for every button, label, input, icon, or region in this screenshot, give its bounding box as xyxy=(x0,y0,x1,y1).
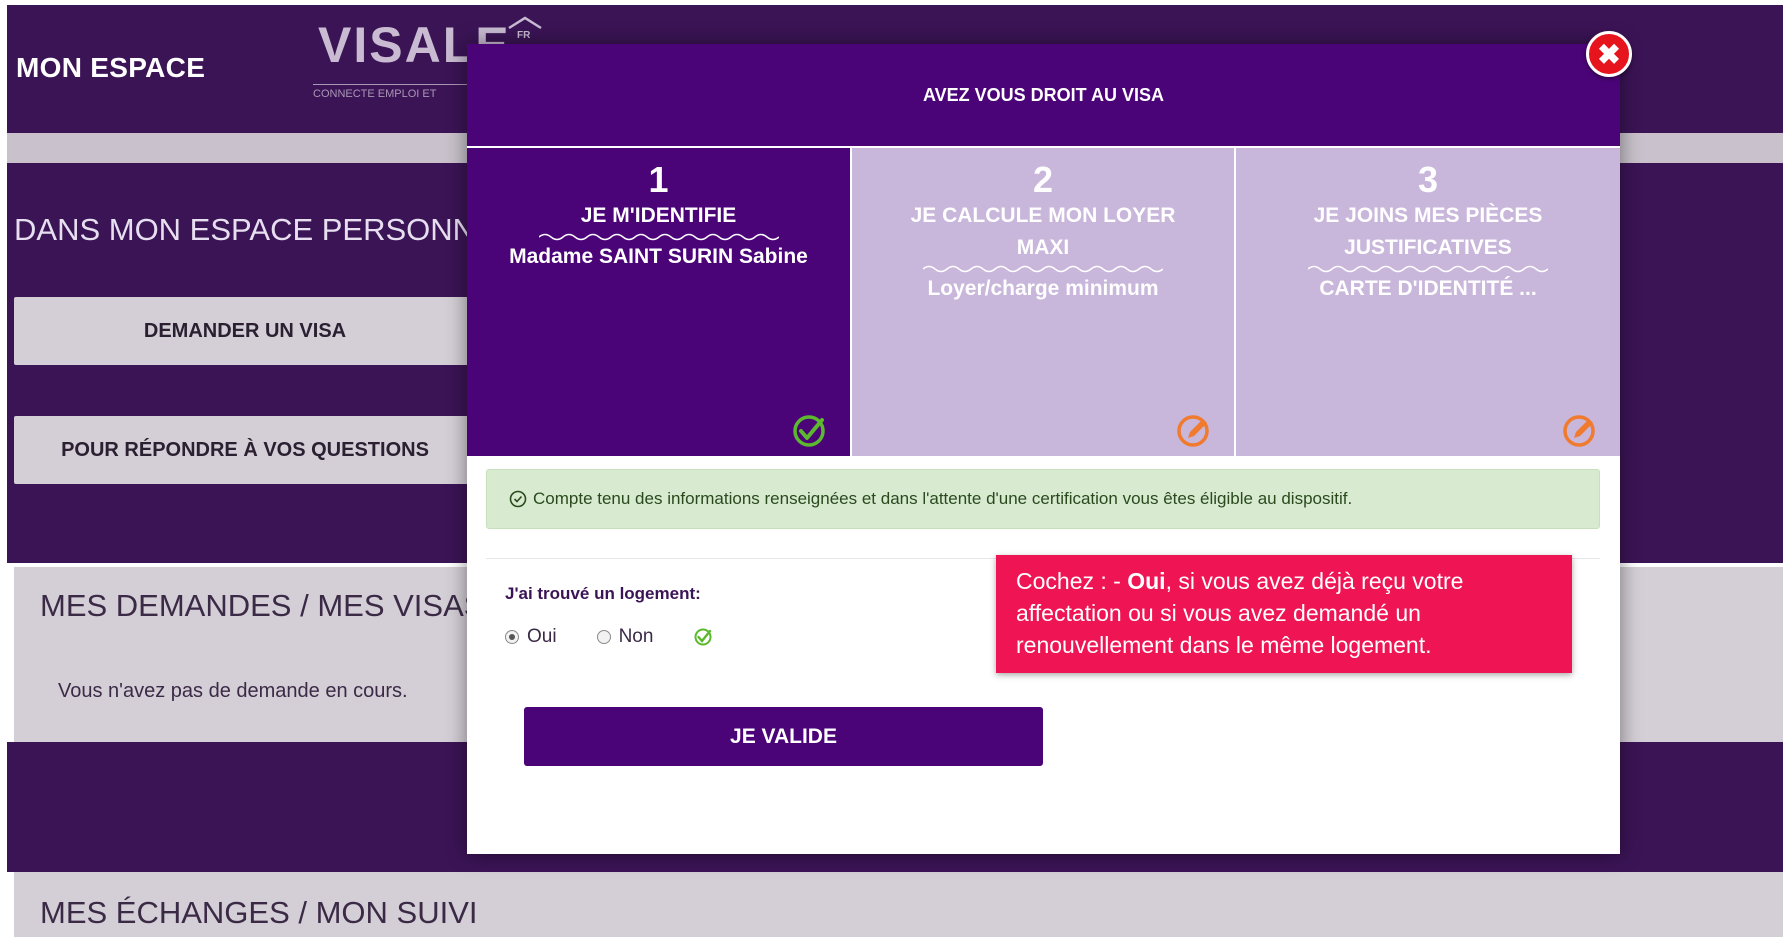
close-modal-icon[interactable]: ✖ xyxy=(1586,31,1632,77)
edit-pencil-icon[interactable] xyxy=(1562,414,1596,448)
step-title: JE CALCULE MON LOYER MAXI xyxy=(910,204,1176,259)
requests-empty-text: Vous n'avez pas de demande en cours. xyxy=(58,680,408,702)
eligibility-alert: Compte tenu des informations renseignées… xyxy=(486,469,1600,529)
squiggle-divider xyxy=(1308,265,1548,273)
validate-button[interactable]: JE VALIDE xyxy=(524,707,1043,766)
housing-radio-group: Oui Non xyxy=(505,626,713,648)
step-title: JE JOINS MES PIÈCES JUSTIFICATIVES xyxy=(1313,204,1543,259)
radio-oui[interactable]: Oui xyxy=(505,626,557,648)
step-title: JE M'IDENTIFIE xyxy=(580,204,737,227)
radio-button[interactable] xyxy=(596,630,611,644)
house-logo-icon: FR xyxy=(508,16,542,41)
step-value: Loyer/charge minimum xyxy=(927,277,1159,300)
radio-button[interactable] xyxy=(505,630,519,644)
check-circle-icon xyxy=(509,490,527,508)
tooltip-highlight: Oui xyxy=(1127,568,1166,594)
space-title: MON ESPACE xyxy=(16,52,206,83)
step-rent[interactable]: 2 JE CALCULE MON LOYER MAXI Loyer/charge… xyxy=(850,146,1234,456)
questions-button[interactable]: POUR RÉPONDRE À VOS QUESTIONS xyxy=(14,416,476,484)
step-number: 3 xyxy=(1417,159,1439,200)
visa-eligibility-modal: AVEZ VOUS DROIT AU VISA 1 JE M'IDENTIFIE… xyxy=(467,44,1620,854)
personal-space-title: DANS MON ESPACE PERSONNEL xyxy=(14,212,513,247)
exchanges-title: MES ÉCHANGES / MON SUIVI xyxy=(40,895,478,930)
radio-non[interactable]: Non xyxy=(596,626,654,648)
check-circle-icon xyxy=(793,415,825,447)
step-value: CARTE D'IDENTITÉ ... xyxy=(1319,277,1537,300)
radio-label: Oui xyxy=(527,626,557,647)
check-circle-icon xyxy=(694,628,712,646)
step-value: Madame SAINT SURIN Sabine xyxy=(509,245,808,268)
radio-label: Non xyxy=(618,626,654,647)
steps-bar: 1 JE M'IDENTIFIE Madame SAINT SURIN Sabi… xyxy=(467,146,1620,456)
tooltip-prefix: Cochez : - xyxy=(1016,568,1128,594)
step-number: 1 xyxy=(648,159,669,200)
step-documents[interactable]: 3 JE JOINS MES PIÈCES JUSTIFICATIVES CAR… xyxy=(1234,146,1620,456)
requests-title: MES DEMANDES / MES VISAS xyxy=(40,588,485,623)
step-identify[interactable]: 1 JE M'IDENTIFIE Madame SAINT SURIN Sabi… xyxy=(467,146,850,456)
housing-label: J'ai trouvé un logement: xyxy=(505,584,701,603)
edit-pencil-icon[interactable] xyxy=(1176,414,1210,448)
squiggle-divider xyxy=(923,265,1163,273)
logo-subtitle: CONNECTE EMPLOI ET xyxy=(313,84,473,100)
request-visa-button[interactable]: DEMANDER UN VISA xyxy=(14,297,476,365)
help-tooltip: Cochez : - Oui, si vous avez déjà reçu v… xyxy=(996,555,1572,673)
step-number: 2 xyxy=(1032,159,1054,200)
alert-text: Compte tenu des informations renseignées… xyxy=(533,489,1353,508)
squiggle-divider xyxy=(538,233,779,241)
svg-text:FR: FR xyxy=(517,30,531,41)
modal-title: AVEZ VOUS DROIT AU VISA xyxy=(467,44,1620,146)
